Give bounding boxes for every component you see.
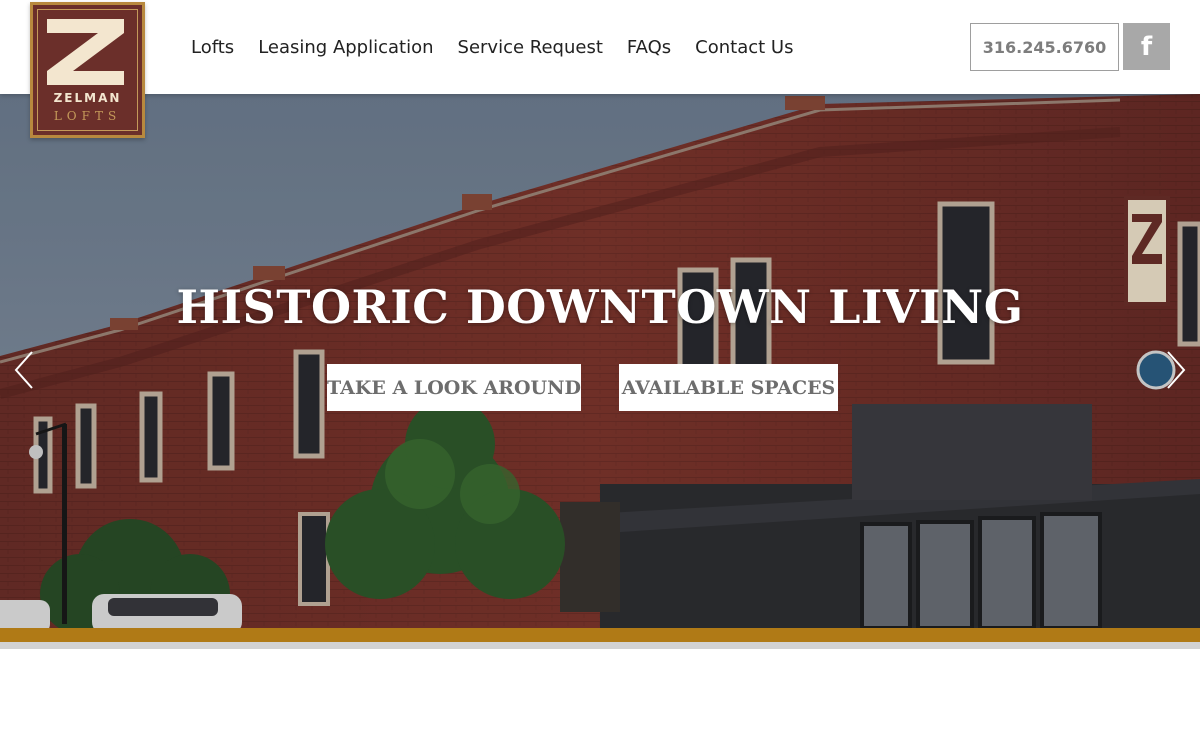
nav-item-service-request[interactable]: Service Request [458, 37, 603, 58]
main-nav: Lofts Leasing Application Service Reques… [191, 0, 793, 94]
hero-background-image [0, 94, 1200, 628]
gray-divider [0, 642, 1200, 649]
hero-title: HISTORIC DOWNTOWN LIVING [176, 280, 1024, 334]
facebook-button[interactable]: f [1123, 23, 1170, 70]
nav-item-lofts[interactable]: Lofts [191, 37, 234, 58]
nav-item-contact-us[interactable]: Contact Us [695, 37, 793, 58]
site-header: Lofts Leasing Application Service Reques… [0, 0, 1200, 94]
take-a-look-around-button[interactable]: TAKE A LOOK AROUND [327, 364, 581, 411]
chevron-left-icon[interactable] [12, 350, 36, 390]
logo-name: ZELMAN [53, 91, 122, 105]
hero-slider: HISTORIC DOWNTOWN LIVING TAKE A LOOK ARO… [0, 94, 1200, 628]
available-spaces-button[interactable]: AVAILABLE SPACES [619, 364, 838, 411]
site-logo[interactable]: ZELMAN LOFTS [30, 2, 145, 138]
chevron-right-icon[interactable] [1164, 350, 1188, 390]
logo-z-mark [47, 19, 124, 85]
facebook-icon: f [1140, 31, 1153, 62]
gold-divider [0, 628, 1200, 642]
phone-button[interactable]: 316.245.6760 [970, 23, 1119, 71]
nav-item-leasing-application[interactable]: Leasing Application [258, 37, 433, 58]
logo-subtitle: LOFTS [53, 109, 122, 123]
nav-item-faqs[interactable]: FAQs [627, 37, 671, 58]
